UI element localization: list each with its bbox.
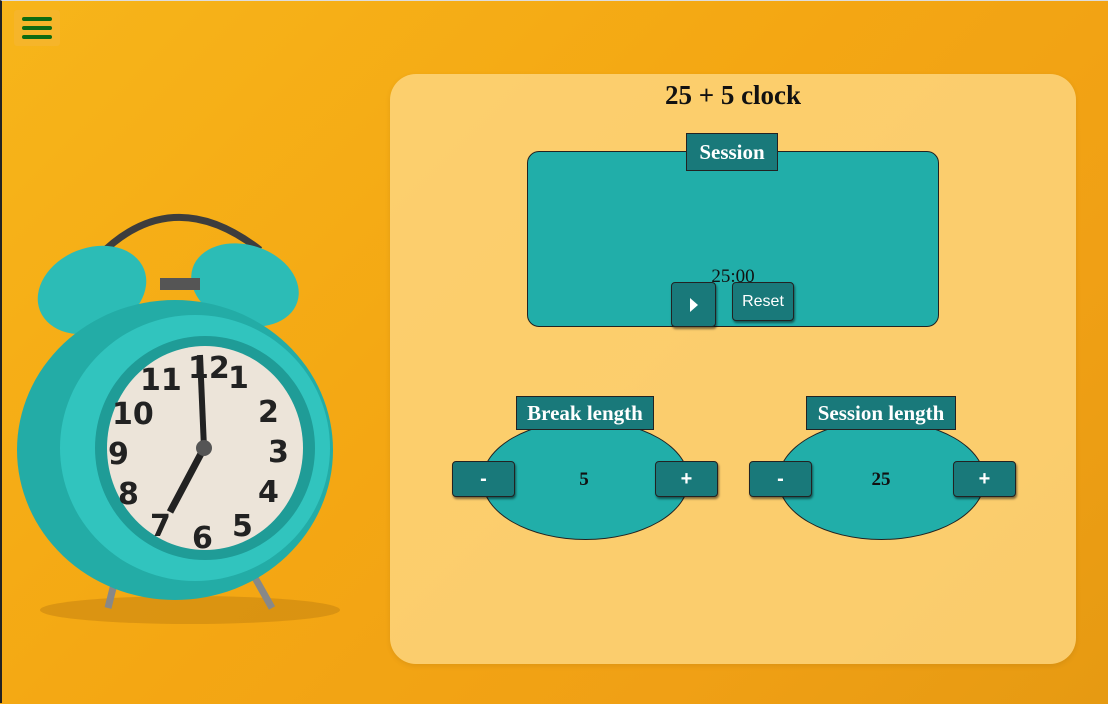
break-length-value: 5: [579, 469, 589, 490]
svg-text:11: 11: [140, 363, 182, 398]
session-length-value: 25: [871, 469, 891, 490]
menu-button[interactable]: [14, 10, 60, 46]
svg-text:12: 12: [188, 351, 230, 386]
play-button[interactable]: [671, 282, 716, 327]
svg-text:3: 3: [268, 435, 289, 470]
break-length-label: Break length: [516, 396, 654, 430]
play-icon: [689, 297, 698, 312]
svg-text:10: 10: [112, 397, 154, 432]
svg-text:2: 2: [258, 395, 279, 430]
svg-text:9: 9: [108, 437, 129, 472]
svg-text:6: 6: [192, 521, 213, 556]
break-decrement-button[interactable]: -: [452, 461, 515, 497]
break-increment-button[interactable]: +: [655, 461, 718, 497]
session-label: Session: [686, 133, 778, 171]
session-length-label: Session length: [806, 396, 956, 430]
svg-text:4: 4: [258, 475, 279, 510]
clock-panel: 25 + 5 clock 25:00 Reset Session Break l…: [390, 74, 1076, 664]
hamburger-icon: [22, 17, 52, 21]
svg-text:5: 5: [232, 509, 253, 544]
svg-text:1: 1: [228, 361, 249, 396]
page-title: 25 + 5 clock: [664, 80, 802, 110]
reset-button[interactable]: Reset: [732, 282, 794, 321]
alarm-clock-illustration: 12 1 2 3 4 5 6 7 8 9 10 11: [17, 213, 340, 624]
svg-text:8: 8: [118, 477, 139, 512]
session-decrement-button[interactable]: -: [749, 461, 812, 497]
svg-text:7: 7: [150, 509, 171, 544]
session-increment-button[interactable]: +: [953, 461, 1016, 497]
session-display-box: 25:00 Reset: [527, 151, 939, 327]
